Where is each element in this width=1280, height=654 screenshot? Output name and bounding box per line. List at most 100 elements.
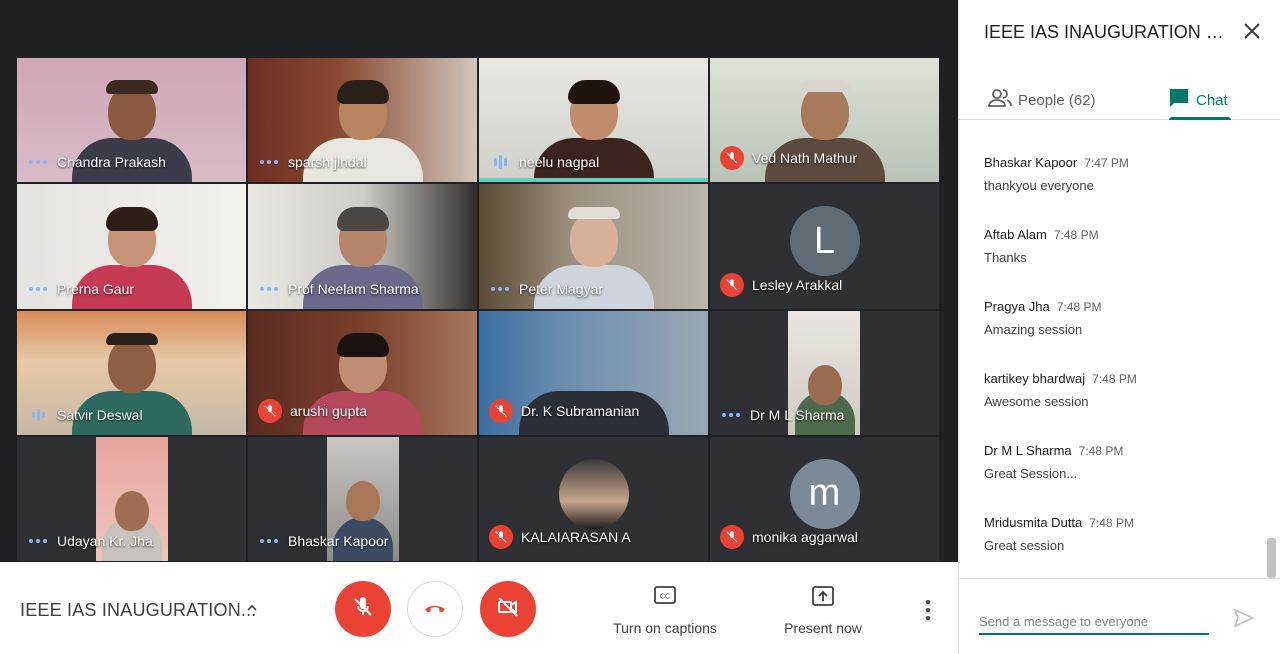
message-time: 7:47 PM bbox=[1084, 156, 1129, 170]
chat-icon bbox=[1168, 87, 1190, 113]
dots-icon bbox=[258, 286, 280, 291]
participant-name: Prerna Gaur bbox=[57, 280, 135, 297]
participant-name: Dr M L Sharma bbox=[750, 406, 845, 423]
participant-name: Ved Nath Mathur bbox=[752, 150, 858, 167]
speaking-indicator bbox=[479, 178, 708, 183]
svg-text:CC: CC bbox=[660, 594, 670, 601]
participant-tile[interactable]: Dr. K Subramanian bbox=[478, 309, 709, 436]
chat-messages: Bhaskar Kapoor 7:47 PM thankyou everyone … bbox=[959, 121, 1280, 576]
panel-title: IEEE IAS INAUGURATION CE... bbox=[984, 22, 1234, 42]
panel-tabs: People (62) Chat bbox=[959, 70, 1280, 120]
tab-chat-label: Chat bbox=[1196, 91, 1228, 109]
mic-off-icon bbox=[720, 525, 744, 549]
tab-people[interactable]: People (62) bbox=[988, 80, 1096, 120]
participant-tile[interactable]: Chandra Prakash bbox=[16, 57, 247, 184]
participant-tile[interactable]: arushi gupta bbox=[247, 309, 478, 436]
participant-name: Prof Neelam Sharma bbox=[288, 280, 419, 297]
dots-icon bbox=[258, 539, 280, 543]
captions-label: Turn on captions bbox=[613, 620, 717, 636]
leave-call-button[interactable] bbox=[407, 581, 463, 637]
message-text: Thanks bbox=[984, 250, 1027, 265]
chat-message: Mridusmita Dutta 7:48 PM Great session bbox=[984, 515, 1134, 553]
participant-tile[interactable]: m monika aggarwal bbox=[709, 435, 940, 562]
participant-name: KALAIARASAN A bbox=[521, 529, 631, 545]
active-tab-indicator bbox=[1169, 117, 1231, 120]
chevron-up-icon[interactable] bbox=[244, 600, 260, 621]
speaking-icon bbox=[489, 155, 511, 170]
more-options-icon[interactable] bbox=[918, 600, 938, 620]
message-sender: Mridusmita Dutta bbox=[984, 515, 1083, 530]
participant-name: monika aggarwal bbox=[752, 529, 858, 545]
message-text: Amazing session bbox=[984, 322, 1083, 337]
send-icon[interactable] bbox=[1233, 608, 1255, 629]
bottom-control-bar: IEEE IAS INAUGURATION... CC Turn on capt… bbox=[0, 562, 958, 654]
participant-name: Chandra Prakash bbox=[57, 154, 166, 171]
camera-off-icon bbox=[496, 595, 520, 624]
message-text: Great Session... bbox=[984, 466, 1078, 481]
present-screen-icon bbox=[782, 586, 864, 610]
participant-tile[interactable]: Prerna Gaur bbox=[16, 183, 247, 310]
people-icon bbox=[988, 88, 1012, 112]
message-sender: Bhaskar Kapoor bbox=[984, 155, 1078, 170]
message-time: 7:48 PM bbox=[1078, 444, 1124, 458]
dots-icon bbox=[27, 286, 49, 291]
message-time: 7:48 PM bbox=[1056, 300, 1102, 314]
present-label: Present now bbox=[784, 620, 862, 636]
participant-tile[interactable]: Peter Magyar bbox=[478, 183, 709, 310]
close-icon[interactable] bbox=[1243, 22, 1263, 42]
participant-tile[interactable]: Ved Nath Mathur bbox=[709, 57, 940, 184]
mic-off-icon bbox=[489, 398, 513, 423]
dots-icon bbox=[27, 160, 49, 165]
dots-icon bbox=[720, 412, 742, 417]
chat-compose bbox=[959, 578, 1280, 654]
message-text: thankyou everyone bbox=[984, 178, 1094, 193]
chat-message: Aftab Alam 7:48 PM Thanks bbox=[984, 227, 1099, 265]
participant-tile[interactable]: KALAIARASAN A bbox=[478, 435, 709, 562]
participant-grid: Chandra Prakash sparsh jindal neelu nagp… bbox=[16, 57, 940, 562]
mic-toggle-button[interactable] bbox=[335, 581, 391, 637]
tab-people-label: People (62) bbox=[1018, 91, 1096, 109]
dots-icon bbox=[258, 160, 280, 165]
participant-tile[interactable]: Satvir Deswal bbox=[16, 309, 247, 436]
dots-icon bbox=[27, 539, 49, 543]
chat-scrollbar[interactable] bbox=[1267, 538, 1276, 578]
mic-off-icon bbox=[258, 398, 282, 423]
mic-off-icon bbox=[720, 272, 744, 297]
message-sender: Pragya Jha bbox=[984, 299, 1050, 314]
avatar: L bbox=[789, 206, 860, 277]
meeting-title[interactable]: IEEE IAS INAUGURATION... bbox=[20, 600, 257, 621]
dots-icon bbox=[489, 286, 511, 291]
message-sender: Dr M L Sharma bbox=[984, 443, 1072, 458]
participant-name: Bhaskar Kapoor bbox=[288, 533, 389, 549]
avatar: m bbox=[789, 458, 860, 529]
meet-window: Chandra Prakash sparsh jindal neelu nagp… bbox=[0, 0, 1280, 654]
message-text: Awesome session bbox=[984, 394, 1089, 409]
video-stage: Chandra Prakash sparsh jindal neelu nagp… bbox=[0, 0, 958, 562]
participant-tile[interactable]: L Lesley Arakkal bbox=[709, 183, 940, 310]
message-time: 7:48 PM bbox=[1089, 516, 1134, 530]
closed-captions-icon: CC bbox=[612, 586, 718, 610]
captions-button[interactable]: CC Turn on captions bbox=[612, 586, 718, 636]
present-now-button[interactable]: Present now bbox=[782, 586, 864, 636]
participant-tile[interactable]: sparsh jindal bbox=[247, 57, 478, 184]
participant-name: Lesley Arakkal bbox=[752, 276, 843, 293]
chat-message: Dr M L Sharma 7:48 PM Great Session... bbox=[984, 443, 1123, 481]
mic-off-icon bbox=[489, 525, 513, 549]
hang-up-icon bbox=[422, 594, 448, 625]
participant-name: sparsh jindal bbox=[288, 154, 367, 171]
participant-tile[interactable]: Bhaskar Kapoor bbox=[247, 435, 478, 562]
participant-name: Peter Magyar bbox=[519, 280, 604, 297]
chat-message-input[interactable] bbox=[979, 609, 1209, 635]
participant-name: neelu nagpal bbox=[519, 154, 600, 171]
camera-toggle-button[interactable] bbox=[480, 581, 536, 637]
chat-message: Pragya Jha 7:48 PM Amazing session bbox=[984, 299, 1101, 337]
participant-tile[interactable]: Udayan Kr. Jha bbox=[16, 435, 247, 562]
participant-tile[interactable]: Prof Neelam Sharma bbox=[247, 183, 478, 310]
participant-name: Satvir Deswal bbox=[57, 406, 143, 423]
message-text: Great session bbox=[984, 538, 1065, 553]
chat-message: Bhaskar Kapoor 7:47 PM thankyou everyone bbox=[984, 155, 1129, 193]
participant-tile[interactable]: Dr M L Sharma bbox=[709, 309, 940, 436]
message-sender: kartikey bhardwaj bbox=[984, 371, 1086, 386]
participant-tile[interactable]: neelu nagpal bbox=[478, 57, 709, 184]
tab-chat[interactable]: Chat bbox=[1168, 80, 1228, 120]
